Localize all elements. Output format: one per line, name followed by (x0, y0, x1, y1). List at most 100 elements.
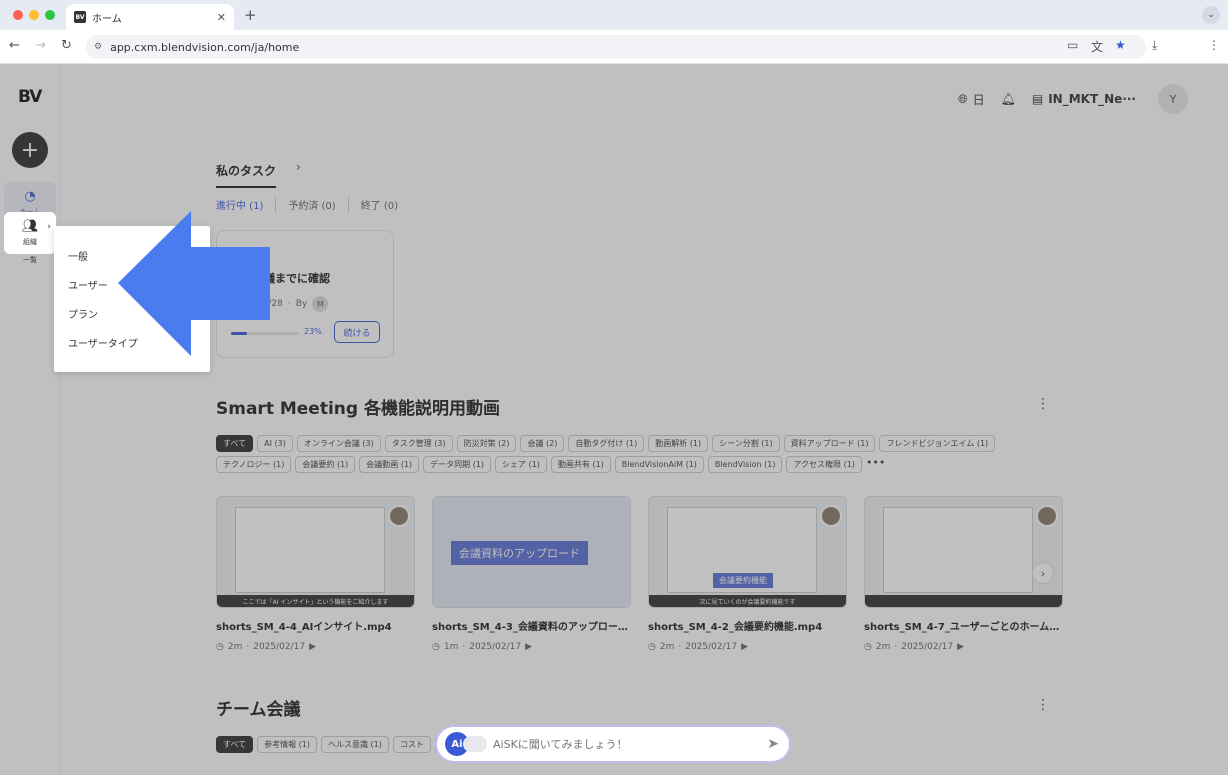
video-thumbnail[interactable]: 会議要約機能 次に見ていくのが会議要約機能です (648, 496, 847, 608)
thumbnail-caption: ここでは「AI インサイト」という機能をご紹介します (217, 595, 414, 607)
tag-chip[interactable]: 自動タグ付け (1) (568, 435, 645, 452)
video-play-icon: ▶ (957, 642, 965, 652)
plus-icon: + (20, 137, 40, 163)
thumbnail-overlay-text: 会議要約機能 (713, 573, 773, 588)
sidebar-item-organization[interactable]: 👥︎ 組織 › (4, 212, 56, 254)
ai-question-input[interactable] (493, 737, 768, 751)
tag-chip[interactable]: タスク管理 (3) (384, 435, 453, 452)
video-duration: 2m (875, 642, 891, 652)
maximize-window-button[interactable] (45, 10, 55, 20)
video-title[interactable]: shorts_SM_4-7_ユーザーごとのホーム… (864, 618, 1063, 633)
video-meta: ◷ 1m · 2025/02/17 ▶ (432, 642, 631, 652)
menu-item-general[interactable]: 一般 (68, 248, 88, 263)
send-icon[interactable]: ➤ (767, 736, 779, 752)
carousel-next-icon[interactable]: › (1032, 562, 1054, 584)
translate-icon[interactable]: 文 (1091, 38, 1103, 55)
close-window-button[interactable] (13, 10, 23, 20)
video-date: 2025/02/17 (901, 642, 954, 652)
section-menu-icon[interactable]: ⋮ (1036, 396, 1050, 412)
tag-chip[interactable]: フレンドビジョンエイム (1) (879, 435, 996, 452)
presenter-avatar (820, 505, 842, 527)
tag-chip[interactable]: データ同期 (1) (423, 456, 492, 473)
globe-icon: 🌐︎ (958, 91, 968, 106)
video-duration: 2m (227, 642, 243, 652)
video-date: 2025/02/17 (253, 642, 306, 652)
tag-chip[interactable]: シェア (1) (495, 456, 547, 473)
cast-icon[interactable]: ▭ (1067, 38, 1078, 52)
video-thumbnail[interactable]: ここでは「AI インサイト」という機能をご紹介します (216, 496, 415, 608)
task-tabs: 進行中 (1) 予約済 (0) 終了 (0) (216, 197, 410, 212)
tag-chip[interactable]: シーン分割 (1) (712, 435, 780, 452)
browser-menu-icon[interactable]: ⋮ (1208, 38, 1220, 52)
video-title[interactable]: shorts_SM_4-2_会議要約機能.mp4 (648, 618, 847, 633)
section-menu-icon[interactable]: ⋮ (1036, 697, 1050, 713)
continue-button[interactable]: 続ける (334, 321, 380, 343)
video-meta: ◷ 2m · 2025/02/17 ▶ (864, 642, 1063, 652)
create-button[interactable]: + (12, 132, 48, 168)
more-tags-icon[interactable]: ••• (866, 456, 885, 473)
video-card[interactable]: ここでは「AI インサイト」という機能をご紹介します shorts_SM_4-4… (216, 496, 415, 652)
video-thumbnail[interactable] (864, 496, 1063, 608)
tag-chip[interactable]: 会議要約 (1) (295, 456, 356, 473)
tab-favicon: BV (74, 11, 86, 23)
tab-finished[interactable]: 終了 (0) (347, 197, 410, 212)
app-logo[interactable]: BV (18, 87, 42, 107)
tag-chip[interactable]: 会議 (2) (520, 435, 565, 452)
new-tab-icon[interactable]: + (244, 6, 257, 24)
tag-chip[interactable]: BlendVisionAiM (1) (614, 456, 704, 473)
menu-item-plan[interactable]: プラン (68, 306, 98, 321)
bookmark-star-icon[interactable]: ★ (1115, 38, 1126, 52)
dot-separator: · (287, 299, 291, 309)
video-title[interactable]: shorts_SM_4-3_会議資料のアップロー… (432, 618, 631, 633)
chip-all[interactable]: すべて (216, 435, 254, 452)
minimize-window-button[interactable] (29, 10, 39, 20)
sidebar-item-label: 組織 (23, 237, 37, 246)
back-icon[interactable]: ← (9, 38, 20, 53)
tag-chip[interactable]: ヘルス意識 (1) (321, 736, 389, 753)
tag-chip[interactable]: 会議動画 (1) (359, 456, 420, 473)
my-tasks-title[interactable]: 私のタスク (216, 162, 277, 188)
tab-scheduled[interactable]: 予約済 (0) (275, 197, 347, 212)
tag-chip[interactable]: 資料アップロード (1) (783, 435, 876, 452)
tag-chip[interactable]: 動画解析 (1) (648, 435, 709, 452)
ai-assistant-bar: Ai ➤ (435, 725, 791, 763)
download-icon[interactable]: ⤓ (1152, 38, 1157, 53)
video-title[interactable]: shorts_SM_4-4_AIインサイト.mp4 (216, 618, 415, 633)
ai-toggle[interactable] (463, 736, 487, 752)
thumbnail-overlay-text: 会議資料のアップロード (451, 541, 588, 565)
video-card[interactable]: 会議資料のアップロード shorts_SM_4-3_会議資料のアップロー… ◷ … (432, 496, 631, 652)
tag-chip[interactable]: アクセス権限 (1) (786, 456, 862, 473)
video-duration: 1m (443, 642, 459, 652)
video-play-icon: ▶ (741, 642, 749, 652)
dot-separator: · (894, 642, 898, 652)
tag-chip[interactable]: 参考情報 (1) (257, 736, 317, 753)
tag-chip[interactable]: BlendVision (1) (707, 456, 783, 473)
site-info-icon[interactable]: ⚙ (94, 42, 102, 52)
chevron-right-icon[interactable]: › (296, 160, 301, 174)
browser-tab-bar: BV ホーム ✕ + ⌄ (0, 0, 1228, 30)
avatar[interactable]: Y (1158, 84, 1188, 114)
forward-icon[interactable]: → (35, 38, 46, 53)
language-selector[interactable]: 🌐︎ 日 (958, 91, 985, 108)
video-thumbnail[interactable]: 会議資料のアップロード (432, 496, 631, 608)
tag-chip[interactable]: コスト (392, 736, 431, 753)
reload-icon[interactable]: ↻ (61, 38, 72, 53)
tab-in-progress[interactable]: 進行中 (1) (216, 197, 275, 212)
presenter-avatar (388, 505, 410, 527)
video-card[interactable]: 会議要約機能 次に見ていくのが会議要約機能です shorts_SM_4-2_会議… (648, 496, 847, 652)
chip-all[interactable]: すべて (216, 736, 254, 753)
tag-chip[interactable]: AI (3) (257, 435, 293, 452)
tag-chip[interactable]: オンライン会議 (3) (296, 435, 381, 452)
tag-chip[interactable]: 動画共有 (1) (550, 456, 611, 473)
tag-chip[interactable]: テクノロジー (1) (216, 456, 292, 473)
url-field[interactable]: ⚙ app.cxm.blendvision.com/ja/home (86, 35, 1146, 59)
browser-tab[interactable]: BV ホーム ✕ (66, 4, 234, 30)
video-date: 2025/02/17 (685, 642, 738, 652)
clock-icon: ◷ (864, 642, 872, 652)
close-tab-icon[interactable]: ✕ (217, 11, 226, 24)
menu-item-users[interactable]: ユーザー (68, 277, 108, 292)
tab-list-chevron-icon[interactable]: ⌄ (1202, 6, 1220, 24)
tag-chip[interactable]: 防災対策 (2) (456, 435, 517, 452)
notifications-button[interactable]: 🔔︎ (1001, 92, 1016, 106)
org-selector[interactable]: ▤ IN_MKT_Ne··· (1032, 92, 1136, 106)
